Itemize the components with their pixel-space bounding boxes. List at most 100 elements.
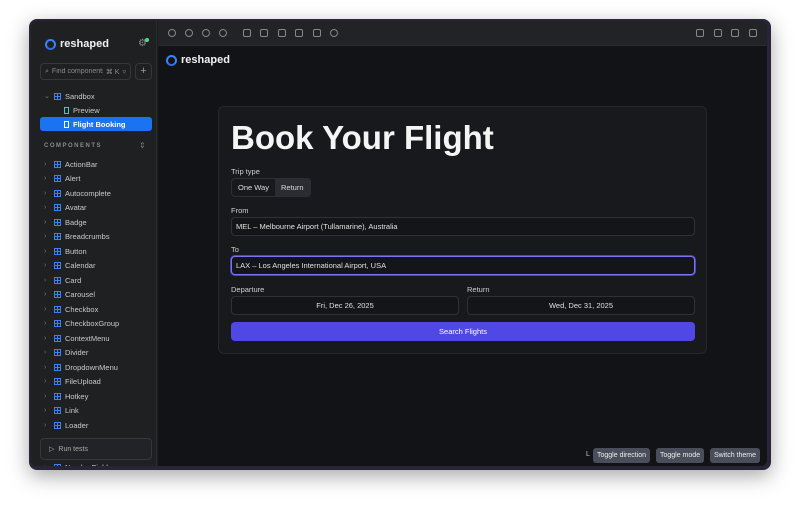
component-icon — [54, 175, 61, 182]
component-icon — [54, 320, 61, 327]
sidebar-item-component[interactable]: › DropdownMenu — [40, 360, 152, 374]
story-preview[interactable]: Preview — [40, 103, 152, 117]
item-label: ActionBar — [65, 159, 98, 169]
component-icon — [54, 204, 61, 211]
from-label: From — [231, 206, 249, 215]
component-icon — [54, 233, 61, 240]
component-icon — [54, 363, 61, 371]
accessibility-icon[interactable] — [330, 29, 338, 37]
component-icon — [54, 378, 61, 385]
chevron-right-icon: › — [44, 276, 47, 284]
component-icon — [54, 305, 61, 313]
component-icon — [54, 189, 61, 197]
filter-icon[interactable]: ▿ — [122, 68, 126, 76]
sidebar-item-component[interactable]: › NumberField — [40, 460, 152, 466]
item-label: Avatar — [65, 203, 87, 212]
sidebar-item-component[interactable]: › Card — [40, 273, 152, 287]
option-return[interactable]: Return — [274, 179, 310, 196]
component-icon — [54, 407, 61, 414]
sidebar-item-component[interactable]: › Hotkey — [40, 389, 152, 403]
chevron-right-icon: › — [44, 160, 47, 168]
chevron-right-icon: › — [44, 464, 50, 467]
sidebar-item-component[interactable]: › Breadcrumbs — [40, 230, 152, 244]
sidebar-item-component[interactable]: › CheckboxGroup — [40, 317, 152, 331]
background-icon[interactable] — [260, 29, 268, 37]
search-icon: ⌕ — [45, 67, 49, 75]
chevron-right-icon: › — [44, 421, 47, 429]
sidebar-item-component[interactable]: › Button — [40, 244, 152, 258]
sidebar-item-component[interactable]: › Link — [40, 404, 152, 418]
item-label: Link — [65, 406, 79, 415]
grid-icon[interactable] — [243, 29, 251, 37]
item-label: Calendar — [65, 261, 96, 270]
viewport-icon[interactable] — [278, 29, 286, 37]
sidebar-item-component[interactable]: › FileUpload — [40, 375, 152, 389]
sidebar-item-component[interactable]: › Carousel — [40, 288, 152, 302]
add-button[interactable]: + — [135, 63, 152, 80]
sidebar-item-component[interactable]: › Badge — [40, 215, 152, 229]
reload-icon[interactable] — [168, 29, 176, 37]
trip-type-toggle: One Way Return — [231, 178, 311, 197]
sidebar: reshaped ⚙ ⌕ Find components ⌘ K ▿ + ⌄ Sandb… — [31, 21, 157, 466]
story-flight-booking[interactable]: Flight Booking — [40, 117, 152, 131]
zoom-out-icon[interactable] — [202, 29, 210, 37]
sidebar-item-component[interactable]: › Calendar — [40, 259, 152, 273]
run-tests-button[interactable]: ▷ Run tests — [40, 438, 152, 460]
option-one-way[interactable]: One Way — [232, 179, 275, 196]
shortcut-hint: ⌘ K — [105, 68, 120, 76]
preview-canvas: reshaped Book Your Flight Trip type One … — [158, 46, 767, 466]
search-input[interactable]: ⌕ Find components ⌘ K ▿ — [40, 63, 131, 80]
search-flights-button[interactable]: Search Flights — [231, 322, 695, 341]
to-input[interactable]: LAX – Los Angeles International Airport,… — [231, 256, 695, 275]
outline-icon[interactable] — [313, 29, 321, 37]
sidebar-item-component[interactable]: › Checkbox — [40, 302, 152, 316]
departure-input[interactable]: Fri, Dec 26, 2025 — [231, 296, 459, 315]
toggle-mode-button[interactable]: Toggle mode — [656, 448, 705, 463]
chevron-right-icon: › — [44, 392, 47, 400]
toggle-direction-button[interactable]: Toggle direction — [593, 448, 651, 463]
to-label: To — [231, 245, 239, 254]
sidebar-item-component[interactable]: › Autocomplete — [40, 186, 152, 200]
return-input[interactable]: Wed, Dec 31, 2025 — [467, 296, 695, 315]
booking-card: Book Your Flight Trip type One Way Return… — [218, 106, 707, 354]
chevron-right-icon: › — [44, 349, 47, 356]
component-icon — [54, 276, 61, 284]
brand-logo: reshaped — [45, 38, 109, 50]
item-label: CheckboxGroup — [65, 319, 120, 328]
from-input[interactable]: MEL – Melbourne Airport (Tullamarine), A… — [231, 217, 695, 236]
zoom-in-icon[interactable] — [185, 29, 193, 37]
layout-icon[interactable] — [749, 29, 757, 37]
chevron-right-icon: › — [44, 407, 47, 414]
components-section-header[interactable]: COMPONENTS — [44, 143, 102, 149]
component-icon — [54, 334, 61, 342]
sidebar-item-component[interactable]: › ContextMenu — [40, 331, 152, 345]
component-icon — [54, 218, 61, 226]
fullscreen-icon[interactable] — [714, 29, 722, 37]
sidebar-item-sandbox[interactable]: ⌄ Sandbox — [40, 89, 152, 103]
departure-label: Departure — [231, 285, 265, 294]
panel-icon[interactable] — [696, 29, 704, 37]
logo-icon — [45, 38, 56, 50]
sidebar-item-component[interactable]: › Loader — [40, 418, 152, 432]
play-icon: ▷ — [49, 446, 55, 453]
share-icon[interactable] — [731, 29, 739, 37]
chevron-right-icon: › — [44, 378, 47, 385]
sidebar-item-component[interactable]: › Avatar — [40, 201, 152, 215]
switch-theme-button[interactable]: Switch theme — [710, 448, 761, 463]
toolbar — [158, 21, 767, 46]
return-label: Return — [467, 285, 490, 294]
measure-icon[interactable] — [295, 29, 303, 37]
item-label: DropdownMenu — [65, 362, 118, 372]
chevron-right-icon: › — [44, 189, 47, 197]
bookmark-icon — [64, 106, 69, 114]
item-label: Flight Booking — [73, 119, 126, 129]
component-icon — [54, 291, 61, 298]
zoom-reset-icon[interactable] — [219, 29, 227, 37]
sidebar-item-component[interactable]: › ActionBar — [40, 157, 152, 171]
item-label: Autocomplete — [65, 188, 111, 198]
expand-collapse-icon[interactable]: ⇕ — [139, 141, 146, 150]
component-icon — [54, 160, 61, 168]
sidebar-item-component[interactable]: › Alert — [40, 172, 152, 186]
sidebar-item-component[interactable]: › Divider — [40, 346, 152, 360]
run-tests-label: Run tests — [58, 445, 88, 453]
